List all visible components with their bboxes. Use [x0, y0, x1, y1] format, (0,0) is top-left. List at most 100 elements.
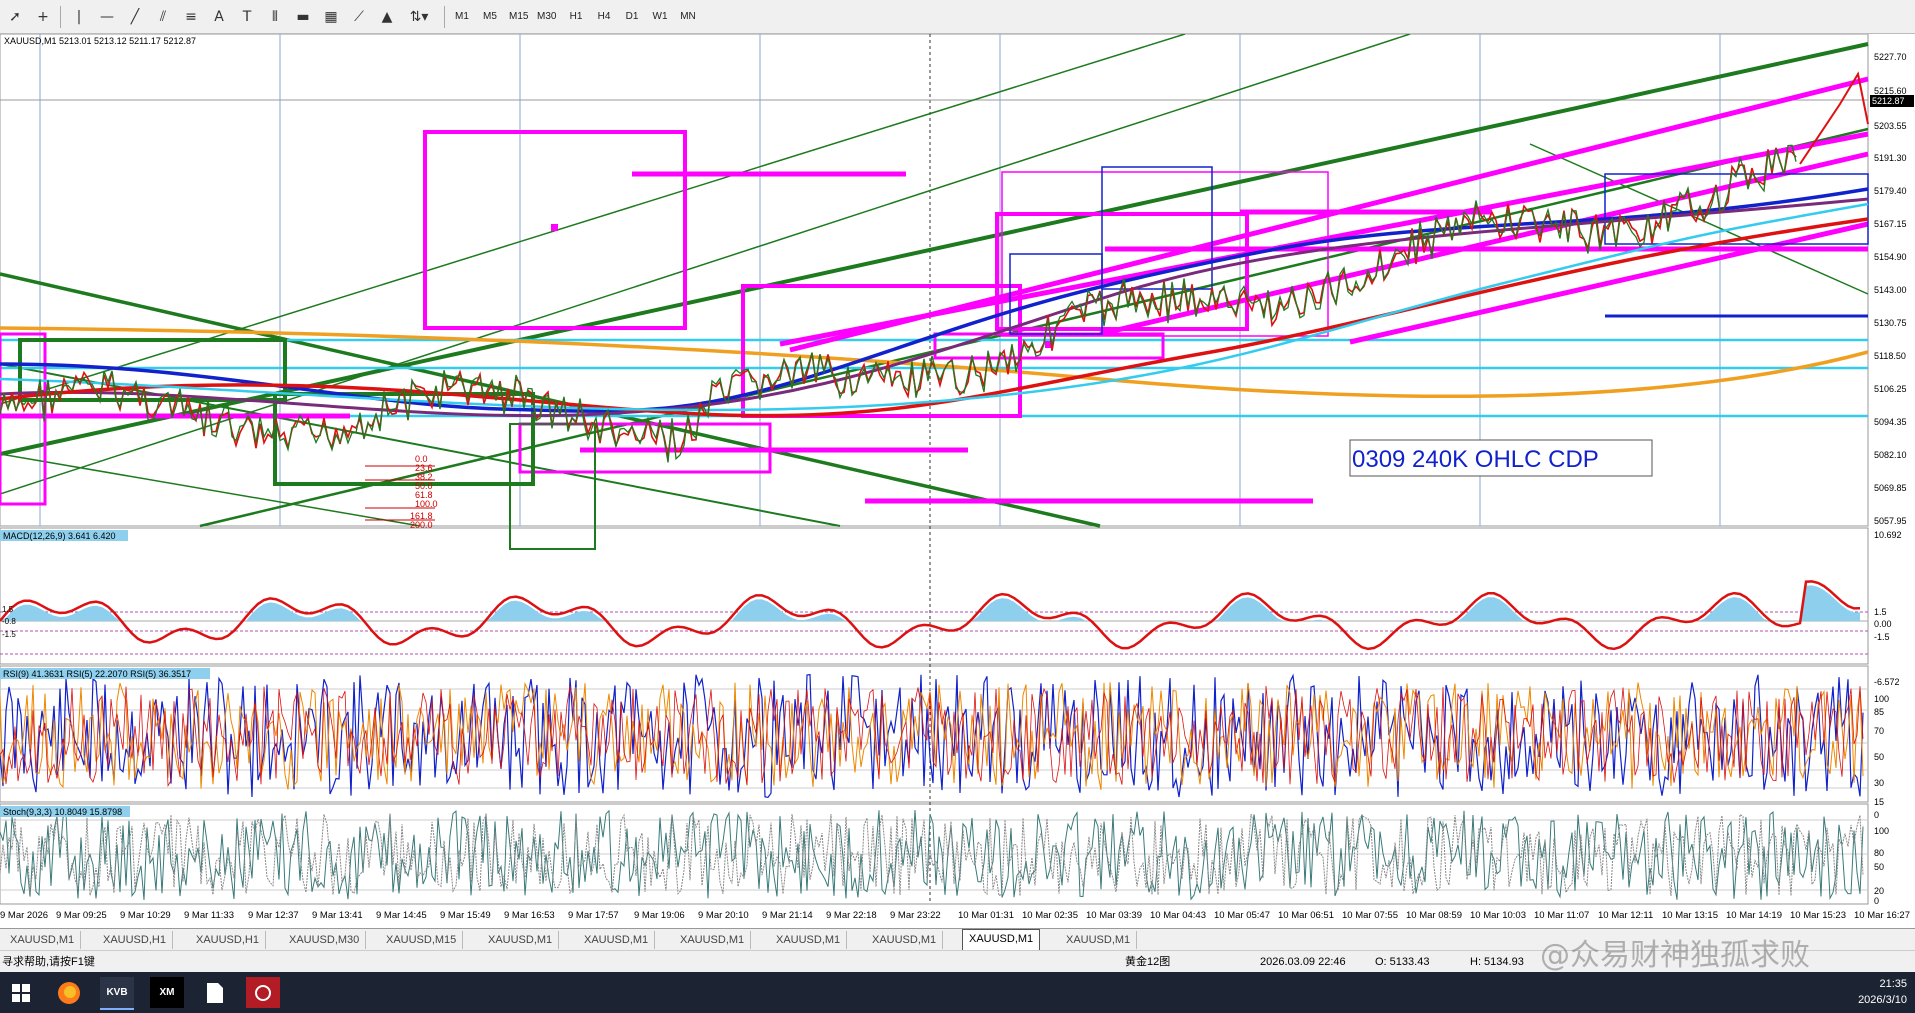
timeframe-m1[interactable]: M1	[450, 7, 474, 27]
horizontal-line-icon[interactable]: —	[94, 4, 120, 30]
annotation-text: 0309 240K OHLC CDP	[1352, 446, 1599, 473]
price-label: 5191.30	[1874, 153, 1907, 163]
price-label: 5215.60	[1874, 86, 1907, 96]
tab-chart[interactable]: XAUUSD,M1	[4, 931, 82, 949]
rsi-scale: 70	[1874, 726, 1885, 736]
kvb-label: KVB	[106, 987, 128, 998]
xm-app-icon[interactable]: XM	[150, 977, 184, 1008]
time-label: 10 Mar 14:19	[1726, 910, 1782, 921]
stoch-label: Stoch(9,3,3) 10.8049 15.8798	[3, 807, 122, 817]
time-label: 10 Mar 04:43	[1150, 910, 1206, 921]
arrows-icon[interactable]: ⇅▾	[402, 4, 436, 30]
price-label: 5203.55	[1874, 121, 1907, 131]
rectangle-icon[interactable]: ▬	[290, 4, 316, 30]
firefox-icon[interactable]	[52, 977, 86, 1008]
tab-chart[interactable]: XAUUSD,M1	[578, 931, 656, 949]
timeframe-d1[interactable]: D1	[620, 7, 644, 27]
tab-chart[interactable]: XAUUSD,M30	[283, 931, 367, 949]
time-label: 9 Mar 12:37	[248, 910, 299, 921]
rsi-scale: 0	[1874, 810, 1880, 820]
tab-chart[interactable]: XAUUSD,M1	[866, 931, 944, 949]
tab-chart[interactable]: XAUUSD,M15	[380, 931, 464, 949]
stoch-scale: 50	[1874, 862, 1885, 872]
fibonacci-icon[interactable]: ≡	[178, 4, 204, 30]
time-label: 9 Mar 13:41	[312, 910, 363, 921]
time-label: 10 Mar 15:23	[1790, 910, 1846, 921]
stoch-scale: 80	[1874, 848, 1885, 858]
time-label: 9 Mar 23:22	[890, 910, 941, 921]
file-icon[interactable]	[198, 977, 232, 1008]
timeframe-mn[interactable]: MN	[676, 7, 700, 27]
macd-panel	[0, 527, 1869, 665]
macd-scale: 10.692	[1874, 530, 1902, 540]
status-high: H: 5134.93	[1470, 956, 1524, 968]
box-center-marker	[551, 224, 558, 231]
price-label: 5106.25	[1874, 384, 1907, 394]
status-help: 寻求帮助,请按F1键	[2, 956, 95, 968]
price-label: 5118.50	[1874, 351, 1906, 361]
tab-chart[interactable]: XAUUSD,M1	[1060, 931, 1138, 949]
fib-label: 200.0	[410, 520, 433, 530]
price-label: 5130.75	[1874, 318, 1907, 328]
rsi-label: RSI(9) 41.3631 RSI(5) 22.2070 RSI(5) 36.…	[3, 669, 191, 679]
time-label: 9 Mar 20:10	[698, 910, 749, 921]
time-label: 9 Mar 11:33	[184, 910, 234, 921]
rsi-scale: 85	[1874, 707, 1885, 717]
kvb-app-icon[interactable]: KVB	[100, 977, 134, 1010]
time-label: 10 Mar 11:07	[1534, 910, 1590, 921]
tab-chart-active[interactable]: XAUUSD,M1	[962, 929, 1041, 950]
time-label: 9 Mar 17:57	[568, 910, 619, 921]
triangle-icon[interactable]: ▲	[374, 4, 400, 30]
broker-app-icon[interactable]	[246, 977, 280, 1008]
macd-scale: 0.00	[1874, 619, 1892, 629]
tab-chart[interactable]: XAUUSD,H1	[97, 931, 173, 949]
chart-area[interactable]: 0309 240K OHLC CDP 0.0 23.6 38.2 50.0 61…	[0, 33, 1915, 928]
timeframe-m30[interactable]: M30	[534, 7, 559, 27]
tab-chart[interactable]: XAUUSD,M1	[674, 931, 752, 949]
chart-svg[interactable]: 0309 240K OHLC CDP 0.0 23.6 38.2 50.0 61…	[0, 33, 1915, 928]
time-label: 9 Mar 21:14	[762, 910, 813, 921]
gann-icon[interactable]: ⦀	[262, 4, 288, 30]
macd-label: MACD(12,26,9) 3.641 6.420	[3, 531, 116, 541]
tab-chart[interactable]: XAUUSD,M1	[770, 931, 848, 949]
label-icon[interactable]: T	[234, 4, 260, 30]
time-label: 10 Mar 08:59	[1406, 910, 1462, 921]
text-icon[interactable]: A	[206, 4, 232, 30]
price-label: 5082.10	[1874, 450, 1907, 460]
time-label: 10 Mar 03:39	[1086, 910, 1142, 921]
current-price: 5212.87	[1872, 96, 1905, 106]
time-label: 10 Mar 01:31	[958, 910, 1014, 921]
time-label: 10 Mar 07:55	[1342, 910, 1398, 921]
time-label: 9 Mar 15:49	[440, 910, 491, 921]
timeframe-w1[interactable]: W1	[648, 7, 672, 27]
price-label: 5057.95	[1874, 516, 1907, 526]
timeframe-m5[interactable]: M5	[478, 7, 502, 27]
windows-icon[interactable]	[4, 977, 38, 1008]
tab-chart[interactable]: XAUUSD,H1	[190, 931, 266, 949]
grid-icon[interactable]: ▦	[318, 4, 344, 30]
macd-scale: -6.572	[1874, 677, 1900, 687]
trendline-icon[interactable]: ╱	[122, 4, 148, 30]
pitchfork-icon[interactable]: ⟋	[346, 4, 372, 30]
system-clock[interactable]: 21:35 2026/3/10	[1858, 976, 1907, 1008]
watermark: @众易财神独孤求败	[1540, 938, 1810, 973]
status-datetime: 2026.03.09 22:46	[1260, 956, 1346, 968]
time-label: 10 Mar 10:03	[1470, 910, 1526, 921]
cursor-icon[interactable]: ➚	[2, 4, 28, 30]
channel-icon[interactable]: ⫽	[150, 4, 176, 30]
fib-label: 100.0	[415, 499, 438, 509]
time-label: 10 Mar 06:51	[1278, 910, 1334, 921]
price-label: 5154.90	[1874, 252, 1907, 262]
stoch-scale: 100	[1874, 826, 1890, 836]
time-label: 10 Mar 02:35	[1022, 910, 1078, 921]
rsi-scale: 30	[1874, 778, 1885, 788]
timeframe-m15[interactable]: M15	[506, 7, 531, 27]
vertical-line-icon[interactable]: |	[66, 4, 92, 30]
timeframe-h4[interactable]: H4	[592, 7, 616, 27]
crosshair-icon[interactable]: +	[30, 4, 56, 30]
tab-chart[interactable]: XAUUSD,M1	[482, 931, 560, 949]
timeframe-h1[interactable]: H1	[564, 7, 588, 27]
status-profile: 黄金12图	[1125, 956, 1171, 968]
price-label: 5143.00	[1874, 285, 1907, 295]
rsi-scale: 100	[1874, 694, 1890, 704]
